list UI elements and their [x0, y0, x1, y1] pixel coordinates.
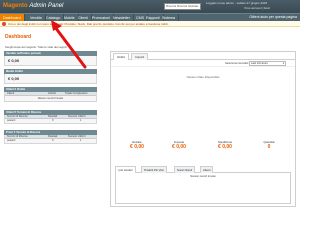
login-info: Loggato come admin · sabato 27 giugno 20… — [206, 1, 268, 5]
stat-revenue: Entrate € 0,00 — [117, 140, 157, 151]
chevron-down-icon: ▾ — [282, 62, 284, 65]
stat-tax-value: € 0,00 — [172, 144, 186, 150]
results-cell: 0 — [52, 119, 54, 122]
logo-suffix: Admin Panel — [29, 3, 64, 9]
col-grand-total[interactable]: Totale Complessivo — [65, 92, 88, 96]
stat-revenue-value: € 0,00 — [130, 144, 144, 150]
magento-logo[interactable]: Magento Admin Panel — [3, 2, 63, 11]
search-term-cell: pesanti — [7, 139, 16, 142]
uses-cell: 1 — [80, 139, 82, 142]
grid-body: Nessun record trovato — [115, 173, 291, 204]
last-orders-header: Clienti Articoli Totale Complessivo — [5, 92, 96, 96]
stat-tax: Imposte € 0,00 — [159, 140, 199, 151]
chart-tabs: Ordini Importi — [111, 52, 295, 60]
no-data-message: Nessun Dato Disponibile — [186, 75, 220, 79]
results-cell: 0 — [52, 139, 54, 142]
last-search-box: Ultimi 5 Termini di Ricerca Termini di R… — [4, 110, 97, 124]
tab-customers[interactable]: Clienti — [200, 166, 214, 173]
index-message-text[interactable]: Uno o più degli indici non sono aggiorna… — [8, 21, 169, 27]
stat-quantity-value: 0 — [267, 144, 271, 150]
stat-shipping-value: € 0,00 — [218, 144, 232, 150]
average-orders-value: € 0,00 — [8, 76, 20, 81]
average-orders-box: Media Ordini € 0,00 — [4, 69, 97, 84]
tab-new-customers[interactable]: Nuovi Clienti — [174, 166, 196, 173]
help-link[interactable]: Ottieni aiuto per questa pagina — [249, 14, 297, 21]
last-orders-empty: Nessun record trovato — [37, 97, 64, 100]
table-row[interactable]: pesanti 0 1 — [5, 119, 96, 123]
grid-tabs: I più venduti Prodotti Più Visti Nuovi C… — [115, 166, 291, 173]
last-orders-box: Ultimi 5 Ordini Clienti Articoli Totale … — [4, 87, 97, 102]
col-items[interactable]: Articoli — [48, 92, 56, 96]
range-label: Seleziona intervallo: — [225, 62, 250, 65]
stat-quantity: Quantità 0 — [249, 140, 289, 151]
tab-amounts[interactable]: Importi — [131, 53, 149, 60]
account-links[interactable]: Il tuo account | Esci — [244, 6, 270, 10]
lifetime-sales-value: € 0,00 — [8, 58, 20, 63]
totals-stats: Entrate € 0,00 Imposte € 0,00 Spedizione… — [111, 140, 295, 158]
search-term-cell: pesanti — [7, 119, 16, 122]
logo-brand: Magento — [3, 3, 28, 9]
stat-shipping: Spedizione € 0,00 — [205, 140, 245, 151]
warning-icon — [2, 22, 6, 26]
store-scope-switcher[interactable]: Scegli scope del negozio: Tutte le viste… — [5, 45, 67, 49]
col-customer[interactable]: Clienti — [7, 92, 14, 96]
tab-most-viewed[interactable]: Prodotti Più Visti — [141, 166, 167, 173]
range-select[interactable]: Last 24 Hours ▾ — [249, 61, 286, 66]
tab-bestsellers[interactable]: I più venduti — [115, 166, 136, 173]
admin-header: Magento Admin Panel Ricerca Ricerca Glob… — [0, 0, 300, 13]
tab-orders[interactable]: Ordini — [113, 53, 130, 60]
dashboard-chart-panel: Ordini Importi Seleziona intervallo: Las… — [110, 51, 296, 207]
chart-toolbar: Seleziona intervallo: Last 24 Hours ▾ — [111, 60, 295, 67]
page-title: Dashboard — [5, 34, 32, 40]
top-search-box: Primi 5 Termini di Ricerca Termini di Ri… — [4, 130, 97, 144]
grid-empty-message: Nessun record trovato — [190, 175, 216, 178]
table-row[interactable]: pesanti 0 1 — [5, 139, 96, 143]
global-search-input[interactable]: Ricerca Ricerca Globale — [164, 3, 201, 10]
lifetime-sales-box: Vendite nell'intero periodo € 0,00 — [4, 51, 97, 66]
uses-cell: 1 — [80, 119, 82, 122]
index-message-bar: Uno o più degli indici non sono aggiorna… — [0, 21, 300, 27]
range-select-value: Last 24 Hours — [251, 62, 268, 65]
